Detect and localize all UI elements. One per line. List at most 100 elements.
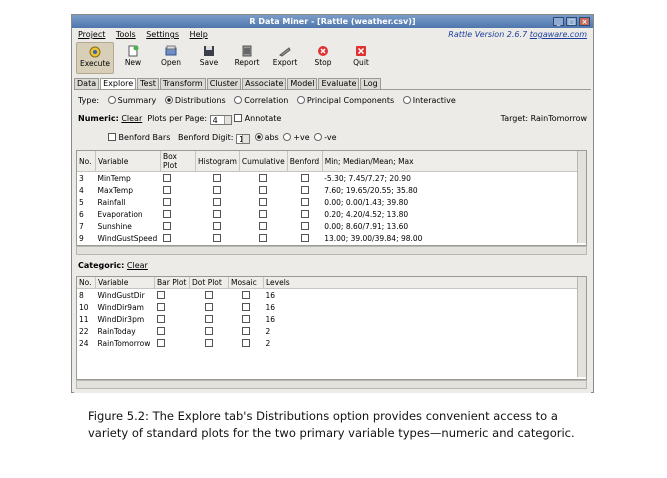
benford-checkbox[interactable] [300, 173, 309, 182]
numeric-horizontal-scrollbar[interactable] [76, 246, 587, 255]
cumulative-checkbox[interactable] [259, 209, 268, 218]
menu-help[interactable]: Help [190, 30, 208, 39]
categoric-col-no[interactable]: No. [77, 277, 96, 289]
numeric-vertical-scrollbar[interactable] [577, 151, 586, 243]
dotplot-checkbox[interactable] [205, 314, 213, 323]
benford-digit-spinner[interactable]: 1 [236, 134, 251, 144]
categoric-horizontal-scrollbar[interactable] [76, 380, 587, 389]
abs-radio[interactable] [254, 133, 263, 141]
table-row[interactable]: 22 RainToday 2 [77, 325, 586, 337]
benford-checkbox[interactable] [300, 185, 309, 194]
histogram-checkbox[interactable] [213, 209, 222, 218]
table-row[interactable]: 4 MaxTemp 7.60; 19.65/20.55; 35.80 [77, 184, 586, 196]
mosaic-checkbox[interactable] [242, 326, 250, 335]
summary-radio[interactable] [107, 96, 116, 104]
table-row[interactable]: 3 MinTemp -5.30; 7.45/7.27; 20.90 [77, 172, 586, 185]
categoric-clear-button[interactable]: Clear [127, 261, 148, 270]
numeric-col-histogram[interactable]: Histogram [195, 151, 240, 172]
table-row[interactable]: 7 Sunshine 0.00; 8.60/7.91; 13.60 [77, 220, 586, 232]
numeric-col-variable[interactable]: Variable [95, 151, 161, 172]
tab-test[interactable]: Test [137, 78, 159, 89]
menu-settings[interactable]: Settings [146, 30, 179, 39]
cumulative-checkbox[interactable] [259, 185, 268, 194]
togaware-link[interactable]: togaware.com [530, 30, 587, 39]
close-button[interactable]: × [579, 17, 590, 26]
interactive-radio[interactable] [402, 96, 411, 104]
tab-transform[interactable]: Transform [159, 78, 206, 89]
report-button[interactable]: Report [228, 42, 266, 74]
correlation-radio[interactable] [234, 96, 243, 104]
table-row[interactable]: 11 WindDir3pm 16 [77, 313, 586, 325]
benford-checkbox[interactable] [300, 197, 309, 206]
barplot-checkbox[interactable] [156, 302, 165, 311]
boxplot-checkbox[interactable] [162, 233, 171, 242]
boxplot-checkbox[interactable] [162, 197, 171, 206]
export-button[interactable]: Export [266, 42, 304, 74]
cumulative-checkbox[interactable] [259, 173, 268, 182]
tab-cluster[interactable]: Cluster [206, 78, 242, 89]
barplot-checkbox[interactable] [156, 326, 165, 335]
boxplot-checkbox[interactable] [162, 185, 171, 194]
maximize-button[interactable]: □ [566, 17, 577, 26]
benford-bars-checkbox[interactable] [108, 133, 116, 141]
execute-button[interactable]: Execute [76, 42, 114, 74]
tab-data[interactable]: Data [74, 78, 100, 89]
cumulative-checkbox[interactable] [259, 197, 268, 206]
benford-checkbox[interactable] [300, 221, 309, 230]
open-button[interactable]: Open [152, 42, 190, 74]
histogram-checkbox[interactable] [213, 233, 222, 242]
menu-project[interactable]: Project [78, 30, 105, 39]
tab-evaluate[interactable]: Evaluate [318, 78, 360, 89]
negative-radio[interactable] [314, 133, 323, 141]
dotplot-checkbox[interactable] [205, 338, 213, 347]
boxplot-checkbox[interactable] [162, 173, 171, 182]
histogram-checkbox[interactable] [213, 185, 222, 194]
boxplot-checkbox[interactable] [162, 221, 171, 230]
mosaic-checkbox[interactable] [242, 338, 250, 347]
mosaic-checkbox[interactable] [242, 302, 250, 311]
categoric-vertical-scrollbar[interactable] [577, 277, 586, 377]
benford-checkbox[interactable] [300, 209, 309, 218]
distributions-radio[interactable] [164, 96, 173, 104]
numeric-col-no[interactable]: No. [77, 151, 96, 172]
categoric-col-barplot[interactable]: Bar Plot [154, 277, 190, 289]
plots-per-page-spinner[interactable]: 4 [209, 115, 232, 125]
table-row[interactable]: 6 Evaporation 0.20; 4.20/4.52; 13.80 [77, 208, 586, 220]
annotate-checkbox[interactable] [234, 114, 243, 122]
table-row[interactable]: 10 WindDir9am 16 [77, 301, 586, 313]
positive-radio[interactable] [283, 133, 292, 141]
numeric-col-stats[interactable]: Min; Median/Mean; Max [322, 151, 587, 172]
histogram-checkbox[interactable] [213, 221, 222, 230]
table-row[interactable]: 24 RainTomorrow 2 [77, 337, 586, 349]
cumulative-checkbox[interactable] [259, 233, 268, 242]
stop-button[interactable]: Stop [304, 42, 342, 74]
numeric-col-boxplot[interactable]: Box Plot [160, 151, 196, 172]
mosaic-checkbox[interactable] [242, 314, 250, 323]
table-row[interactable]: 8 WindGustDir 16 [77, 289, 586, 302]
numeric-col-benford[interactable]: Benford [287, 151, 323, 172]
menu-tools[interactable]: Tools [116, 30, 136, 39]
categoric-col-mosaic[interactable]: Mosaic [228, 277, 264, 289]
save-button[interactable]: Save [190, 42, 228, 74]
tab-model[interactable]: Model [287, 78, 318, 89]
table-row[interactable]: 9 WindGustSpeed 13.00; 39.00/39.84; 98.0… [77, 232, 586, 244]
barplot-checkbox[interactable] [156, 314, 165, 323]
barplot-checkbox[interactable] [156, 290, 165, 299]
categoric-col-variable[interactable]: Variable [95, 277, 155, 289]
histogram-checkbox[interactable] [213, 173, 222, 182]
benford-checkbox[interactable] [300, 233, 309, 242]
numeric-clear-button[interactable]: Clear [121, 114, 142, 123]
table-row[interactable]: 5 Rainfall 0.00; 0.00/1.43; 39.80 [77, 196, 586, 208]
boxplot-checkbox[interactable] [162, 209, 171, 218]
minimize-button[interactable]: _ [553, 17, 564, 26]
principal-components-radio[interactable] [296, 96, 305, 104]
barplot-checkbox[interactable] [156, 338, 165, 347]
tab-explore[interactable]: Explore [100, 78, 137, 89]
dotplot-checkbox[interactable] [205, 302, 213, 311]
dotplot-checkbox[interactable] [205, 290, 213, 299]
tab-associate[interactable]: Associate [242, 78, 287, 89]
numeric-col-cumulative[interactable]: Cumulative [239, 151, 288, 172]
categoric-col-levels[interactable]: Levels [263, 277, 586, 289]
categoric-col-dotplot[interactable]: Dot Plot [189, 277, 229, 289]
quit-button[interactable]: Quit [342, 42, 380, 74]
